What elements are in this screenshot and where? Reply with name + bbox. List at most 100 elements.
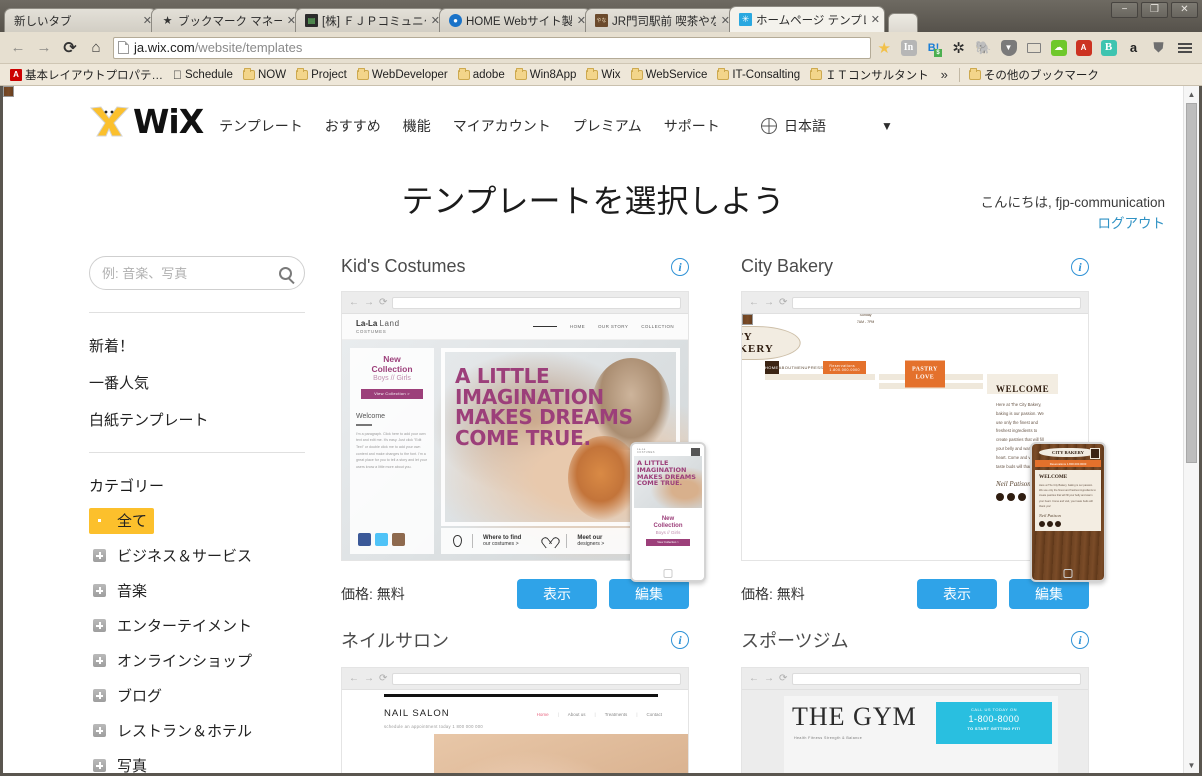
bookmark-other-folder[interactable]: その他のブックマーク	[965, 66, 1103, 84]
bookmark-item[interactable]: adobe	[454, 67, 509, 82]
close-button[interactable]: ✕	[1171, 2, 1198, 18]
filter-popular[interactable]: 一番人気	[3, 86, 341, 393]
tab-yanagi-cafe[interactable]: やな JR門司駅前 喫茶やなぎ ✕	[585, 8, 735, 32]
category-item-blog[interactable]: ブログ	[89, 683, 169, 709]
art-menu-item: HOME	[765, 361, 779, 374]
chevron-down-icon[interactable]: ▼	[881, 119, 893, 133]
nav-item-support[interactable]: サポート	[664, 116, 720, 136]
scroll-up-icon[interactable]: ▲	[1184, 86, 1199, 102]
tab-home-web[interactable]: ● HOME Webサイト製品/ ✕	[439, 8, 591, 32]
search-box[interactable]	[89, 256, 305, 290]
bookmark-item[interactable]: WebService	[627, 67, 712, 82]
edit-button[interactable]: 編集	[609, 579, 689, 609]
expand-plus-icon[interactable]	[93, 724, 106, 737]
minimize-button[interactable]: −	[1111, 2, 1138, 18]
bookmark-star-icon[interactable]: ★	[878, 39, 891, 57]
category-item-restaurant-hotel[interactable]: レストラン＆ホテル	[89, 718, 259, 744]
new-tab-button[interactable]	[888, 13, 918, 32]
tab-close-icon[interactable]: ✕	[871, 13, 880, 26]
edit-button[interactable]: 編集	[1009, 579, 1089, 609]
bitly-extension-icon[interactable]: B	[1097, 37, 1120, 59]
forward-button[interactable]: →	[32, 36, 56, 60]
category-item-photography[interactable]: 写真	[89, 753, 154, 773]
browser-back-icon: ←	[749, 673, 759, 684]
nav-item-recommended[interactable]: おすすめ	[325, 116, 381, 136]
expand-plus-icon[interactable]	[93, 584, 106, 597]
view-button[interactable]: 表示	[917, 579, 997, 609]
card-actions: 表示 編集	[917, 579, 1089, 609]
filter-new[interactable]: 新着！	[3, 86, 341, 356]
expand-plus-icon[interactable]	[93, 689, 106, 702]
expand-plus-icon[interactable]	[93, 619, 106, 632]
nav-item-features[interactable]: 機能	[403, 116, 431, 136]
category-item-music[interactable]: 音楽	[89, 578, 154, 604]
template-preview[interactable]: ← → ⟳ NAIL SALON Home | About us | Treat…	[341, 667, 689, 773]
info-icon[interactable]: i	[671, 257, 689, 276]
search-input[interactable]	[102, 265, 279, 281]
template-preview[interactable]: ← → ⟳ La-La Land COSTUMES HOME OUR STORY…	[341, 291, 706, 582]
tab-new-tab[interactable]: 新しいタブ ✕	[4, 8, 157, 32]
view-button[interactable]: 表示	[517, 579, 597, 609]
settings-gear-extension-icon[interactable]: ✲	[947, 37, 970, 59]
bookmark-item[interactable]: ＩＴコンサルタント	[806, 66, 933, 84]
scrollbar-thumb[interactable]	[1186, 103, 1197, 463]
category-item-entertainment[interactable]: エンターテイメント	[89, 613, 259, 639]
info-icon[interactable]: i	[1071, 631, 1089, 649]
nav-item-premium[interactable]: プレミアム	[573, 116, 642, 136]
address-bar[interactable]: ja.wix.com/website/templates	[113, 36, 871, 59]
back-button[interactable]: ←	[6, 36, 30, 60]
bookmark-item[interactable]: IT-Consalting	[713, 67, 804, 82]
category-heading: カテゴリー	[89, 478, 165, 495]
cloud-extension-icon[interactable]: ☁	[1047, 37, 1070, 59]
nav-item-templates[interactable]: テンプレート	[219, 116, 303, 136]
folder-icon	[968, 67, 981, 80]
nav-item-my-account[interactable]: マイアカウント	[453, 116, 551, 136]
twitter-icon	[375, 533, 388, 546]
evernote-extension-icon[interactable]: 🐘	[972, 37, 995, 59]
expand-plus-icon[interactable]	[93, 654, 106, 667]
logout-link[interactable]: ログアウト	[980, 214, 1166, 235]
tab-bookmark-manager[interactable]: ★ ブックマーク マネージャ ✕	[151, 8, 301, 32]
bookmark-item[interactable]: WebDeveloper	[353, 67, 452, 82]
reload-button[interactable]: ⟳	[58, 36, 82, 60]
tab-label: JR門司駅前 喫茶やなぎ	[612, 15, 716, 28]
home-button[interactable]: ⌂	[84, 36, 108, 60]
expand-plus-icon[interactable]	[93, 549, 106, 562]
pdf-extension-icon[interactable]: A	[1072, 37, 1095, 59]
shield-extension-icon[interactable]: ⛊	[1147, 37, 1170, 59]
template-preview[interactable]: ← → ⟳ CITY BAKERY HOME ABOU	[741, 291, 1106, 582]
scroll-down-icon[interactable]: ▼	[1184, 757, 1199, 773]
bookmark-item[interactable]: Win8App	[511, 67, 581, 82]
bookmark-item[interactable]: Project	[292, 67, 351, 82]
info-icon[interactable]: i	[671, 631, 689, 649]
filter-blank-template[interactable]: 白紙テンプレート	[3, 86, 341, 430]
expand-plus-icon[interactable]	[93, 759, 106, 772]
maximize-button[interactable]: ❐	[1141, 2, 1168, 18]
checkbox-icon[interactable]	[3, 86, 14, 97]
expand-icon[interactable]	[93, 514, 106, 527]
info-icon[interactable]: i	[1071, 257, 1089, 276]
linkedin-extension-icon[interactable]: In	[897, 37, 920, 59]
content-area: 新着！ 一番人気 白紙テンプレート カテゴリー	[3, 86, 1183, 773]
language-selector[interactable]: 日本語 ▼	[761, 116, 893, 136]
hatena-bookmark-extension-icon[interactable]: B! $	[922, 37, 945, 59]
template-preview[interactable]: ← → ⟳ THE GYM Health Fitness Strength & …	[741, 667, 1089, 773]
page-scrollbar[interactable]: ▲ ▼	[1183, 86, 1199, 773]
category-item-online-shop[interactable]: オンラインショップ	[89, 648, 259, 674]
bookmark-item[interactable]: Wix	[582, 67, 624, 82]
wix-logo[interactable]: WiX	[89, 102, 204, 141]
amazon-extension-icon[interactable]: a	[1122, 37, 1145, 59]
bookmark-item[interactable]:  Schedule	[169, 67, 237, 83]
cast-extension-icon[interactable]	[1022, 37, 1045, 59]
search-icon[interactable]	[279, 266, 292, 280]
art-brand: La-La	[356, 318, 378, 328]
bookmark-item[interactable]: NOW	[239, 67, 290, 82]
tab-fjp-communication[interactable]: ▤ [株] ＦＪＰコミュニケー ✕	[295, 8, 445, 32]
category-item-all[interactable]: 全て	[89, 508, 155, 534]
pocket-extension-icon[interactable]: ▼	[997, 37, 1020, 59]
tab-wix-templates[interactable]: ✳ ホームページ テンプレート ✕	[729, 6, 885, 32]
bookmarks-overflow-button[interactable]: »	[935, 67, 954, 82]
bookmark-item[interactable]: A 基本レイアウトプロパテ…	[6, 66, 167, 84]
chrome-menu-button[interactable]	[1174, 37, 1196, 59]
category-item-business[interactable]: ビジネス＆サービス	[89, 543, 259, 569]
